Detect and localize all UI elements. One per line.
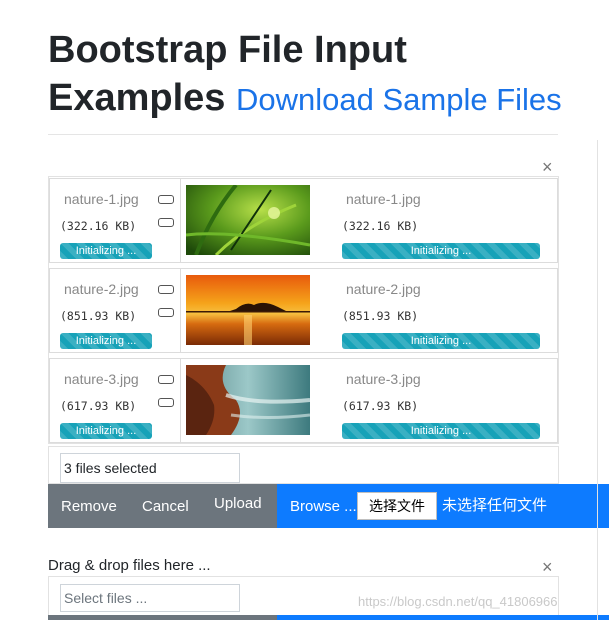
progress-bar-detail-2: Initializing ... [342, 333, 540, 349]
file-size-detail-3: (617.93 KB) [342, 399, 419, 413]
thumbnail-sunset-image [186, 275, 310, 345]
page-title-examples: Examples [48, 77, 226, 119]
select-files-input[interactable]: Select files ... [60, 584, 240, 612]
progress-bar-3: Initializing ... [60, 423, 152, 439]
file-name-2: nature-2.jpg [64, 281, 139, 297]
thumbnail-coast-image [186, 365, 310, 435]
browse-label[interactable]: Browse ... [290, 499, 357, 515]
dropzone-close-icon[interactable]: × [542, 558, 553, 576]
cancel-button[interactable]: Cancel [142, 499, 189, 515]
side-panel-edge [597, 140, 609, 620]
remove-file-button-3[interactable] [158, 398, 174, 407]
upload-button[interactable]: Upload [214, 496, 262, 512]
no-file-chosen-label: 未选择任何文件 [442, 497, 548, 514]
file-size-detail-1: (322.16 KB) [342, 219, 419, 233]
file-name-3: nature-3.jpg [64, 371, 139, 387]
remove-file-button-2[interactable] [158, 308, 174, 317]
zoom-button-3[interactable] [158, 375, 174, 384]
progress-bar-2: Initializing ... [60, 333, 152, 349]
file-name-detail-2: nature-2.jpg [346, 281, 421, 297]
drag-drop-label: Drag & drop files here ... [48, 557, 211, 574]
file-name-detail-1: nature-1.jpg [346, 191, 421, 207]
file-size-3: (617.93 KB) [60, 399, 137, 413]
button-group-2 [48, 615, 277, 620]
download-sample-files-link[interactable]: Download Sample Files [236, 82, 562, 117]
remove-file-button-1[interactable] [158, 218, 174, 227]
progress-bar-1: Initializing ... [60, 243, 152, 259]
file-name-1: nature-1.jpg [64, 191, 139, 207]
divider [48, 134, 558, 135]
file-caption[interactable]: 3 files selected [60, 453, 240, 483]
remove-button[interactable]: Remove [61, 499, 117, 515]
zoom-button-1[interactable] [158, 195, 174, 204]
file-size-2: (851.93 KB) [60, 309, 137, 323]
page-title: Bootstrap File Input [48, 29, 407, 71]
thumbnail-grass-image [186, 185, 310, 255]
zoom-button-2[interactable] [158, 285, 174, 294]
file-size-detail-2: (851.93 KB) [342, 309, 419, 323]
watermark: https://blog.csdn.net/qq_41806966 [358, 594, 558, 609]
progress-bar-detail-3: Initializing ... [342, 423, 540, 439]
file-size-1: (322.16 KB) [60, 219, 137, 233]
file-name-detail-3: nature-3.jpg [346, 371, 421, 387]
choose-file-button[interactable]: 选择文件 [357, 492, 437, 520]
preview-close-icon[interactable]: × [542, 158, 553, 176]
progress-bar-detail-1: Initializing ... [342, 243, 540, 259]
browse-button-2[interactable] [277, 615, 609, 620]
page-title-line2: Examples Download Sample Files [48, 74, 562, 124]
